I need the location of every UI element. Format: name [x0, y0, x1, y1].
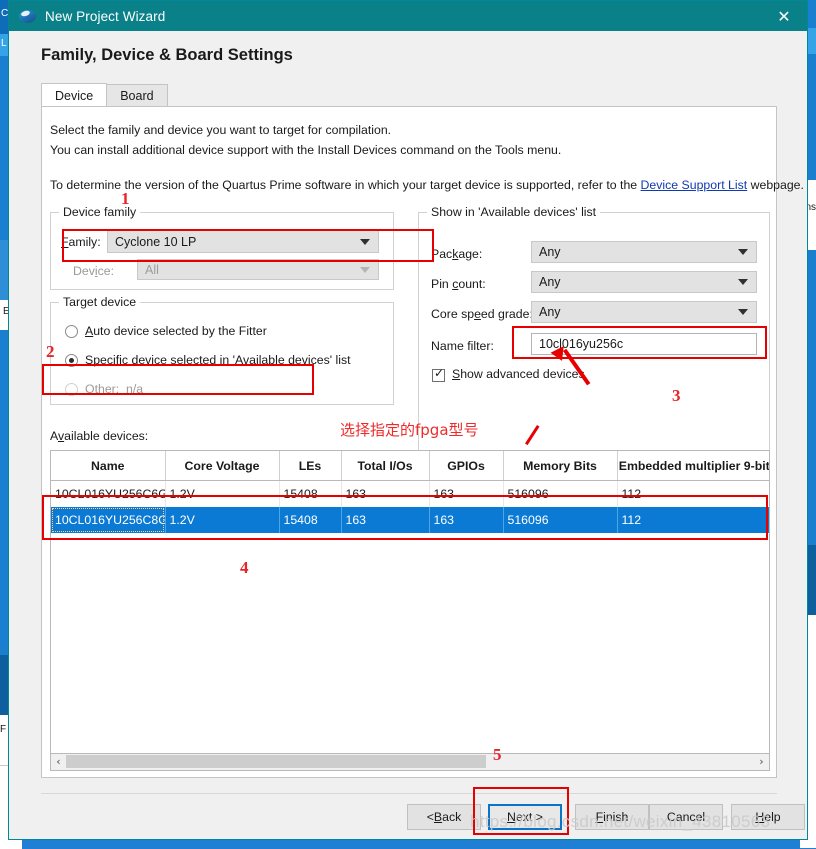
check-icon: ✓: [434, 366, 445, 380]
devices-table-horizontal-scrollbar[interactable]: ‹ ›: [50, 754, 770, 771]
radio-specific-device-label[interactable]: Specific device selected in 'Available d…: [85, 353, 351, 367]
annotation-number-2: 2: [46, 342, 55, 361]
col-header-total-ios[interactable]: Total I/Os: [341, 451, 430, 481]
available-devices-table[interactable]: Name Core Voltage LEs Total I/Os GPIOs M…: [50, 450, 770, 754]
tab-device[interactable]: Device: [41, 83, 108, 107]
description-line-3: To determine the version of the Quartus …: [50, 178, 804, 192]
radio-auto-device[interactable]: [65, 325, 78, 338]
cell-name: 10CL016YU256C6G: [51, 480, 166, 507]
quartus-logo-icon: [19, 8, 36, 25]
scrollbar-thumb[interactable]: [66, 755, 486, 768]
dialog-titlebar: New Project Wizard ✕: [9, 1, 807, 31]
device-combobox: All: [137, 259, 379, 280]
cell-core-voltage: 1.2V: [165, 507, 280, 533]
device-value: All: [145, 262, 159, 277]
device-family-group: Device family Family: Cyclone 10 LP Devi…: [50, 205, 394, 290]
core-speed-grade-value: Any: [539, 305, 561, 319]
family-value: Cyclone 10 LP: [115, 234, 197, 249]
col-header-core-voltage[interactable]: Core Voltage: [165, 451, 280, 481]
annotation-number-3: 3: [672, 386, 681, 405]
other-device-value: n/a: [126, 382, 144, 396]
page-title: Family, Device & Board Settings: [41, 46, 293, 64]
description-line-2: You can install additional device suppor…: [50, 143, 562, 157]
table-row[interactable]: 10CL016YU256C6G 1.2V 15408 163 163 51609…: [51, 480, 769, 507]
scroll-right-icon[interactable]: ›: [754, 754, 769, 769]
cell-memory-bits: 516096: [503, 480, 618, 507]
annotation-number-1: 1: [121, 189, 130, 208]
pin-count-combobox[interactable]: Any: [531, 271, 757, 293]
window-title: New Project Wizard: [45, 8, 166, 24]
cell-core-voltage: 1.2V: [165, 480, 280, 507]
chevron-down-icon: [738, 279, 748, 285]
cell-total-ios: 163: [341, 480, 430, 507]
available-devices-label: Available devices:: [50, 429, 149, 443]
device-support-list-link[interactable]: Device Support List: [641, 178, 748, 192]
package-value: Any: [539, 245, 561, 259]
tab-bar: Device Board: [41, 83, 168, 107]
footer-divider: [41, 793, 777, 794]
radio-other-device: [65, 383, 78, 396]
family-label: Family:: [61, 235, 101, 249]
col-header-name[interactable]: Name: [51, 451, 166, 481]
cell-name: 10CL016YU256C8G: [51, 507, 166, 533]
cell-gpios: 163: [429, 507, 504, 533]
devices-table: Name Core Voltage LEs Total I/Os GPIOs M…: [51, 451, 769, 533]
col-header-les[interactable]: LEs: [279, 451, 342, 481]
cell-gpios: 163: [429, 480, 504, 507]
description-line-3-suffix: webpage.: [747, 178, 804, 192]
pin-count-label: Pin count:: [431, 277, 486, 291]
radio-other-device-label: Other: n/a: [85, 382, 144, 396]
col-header-memory-bits[interactable]: Memory Bits: [503, 451, 618, 481]
core-speed-grade-label: Core speed grade:: [431, 307, 533, 321]
package-combobox[interactable]: Any: [531, 241, 757, 263]
cell-embedded-multiplier: 112: [621, 487, 642, 501]
tab-board[interactable]: Board: [106, 84, 168, 107]
show-in-list-legend: Show in 'Available devices' list: [427, 205, 601, 219]
pin-count-value: Any: [539, 275, 561, 289]
cell-memory-bits: 516096: [503, 507, 618, 533]
family-combobox[interactable]: Cyclone 10 LP: [107, 230, 379, 253]
cell-les: 15408: [279, 507, 342, 533]
package-label: Package:: [431, 247, 483, 261]
description-line-3-prefix: To determine the version of the Quartus …: [50, 178, 641, 192]
radio-specific-device[interactable]: [65, 354, 78, 367]
cell-les: 15408: [279, 480, 342, 507]
table-row[interactable]: 10CL016YU256C8G 1.2V 15408 163 163 51609…: [51, 507, 769, 533]
col-header-embedded-multiplier[interactable]: Embedded multiplier 9-bit: [617, 451, 769, 481]
core-speed-grade-combobox[interactable]: Any: [531, 301, 757, 323]
device-label: Device:: [73, 264, 115, 278]
chevron-down-icon: [738, 249, 748, 255]
show-advanced-devices-checkbox[interactable]: ✓: [432, 366, 445, 382]
cell-total-ios: 163: [341, 507, 430, 533]
chevron-down-icon: [738, 309, 748, 315]
target-device-legend: Target device: [59, 295, 141, 309]
device-tab-panel: Select the family and device you want to…: [41, 106, 804, 778]
watermark-text: https://blog.csdn.net/weixin_43810563: [470, 812, 771, 831]
cell-embedded-multiplier: 112: [617, 507, 769, 533]
scroll-left-icon[interactable]: ‹: [51, 754, 66, 769]
col-header-gpios[interactable]: GPIOs: [429, 451, 504, 481]
description-line-1: Select the family and device you want to…: [50, 123, 392, 137]
show-advanced-devices-label[interactable]: Show advanced devices: [452, 367, 585, 381]
chevron-down-icon: [360, 238, 370, 245]
annotation-number-4: 4: [240, 558, 249, 577]
close-icon[interactable]: ✕: [761, 1, 807, 31]
chevron-down-icon: [360, 266, 370, 273]
annotation-chinese-note: 选择指定的fpga型号: [340, 421, 479, 439]
radio-auto-device-label[interactable]: Auto device selected by the Fitter: [85, 324, 267, 338]
bg-label-2: L: [1, 38, 7, 49]
name-filter-label: Name filter:: [431, 339, 494, 353]
target-device-group: Target device Auto device selected by th…: [50, 295, 394, 405]
annotation-number-5: 5: [493, 745, 502, 764]
table-header-row: Name Core Voltage LEs Total I/Os GPIOs M…: [51, 451, 769, 481]
